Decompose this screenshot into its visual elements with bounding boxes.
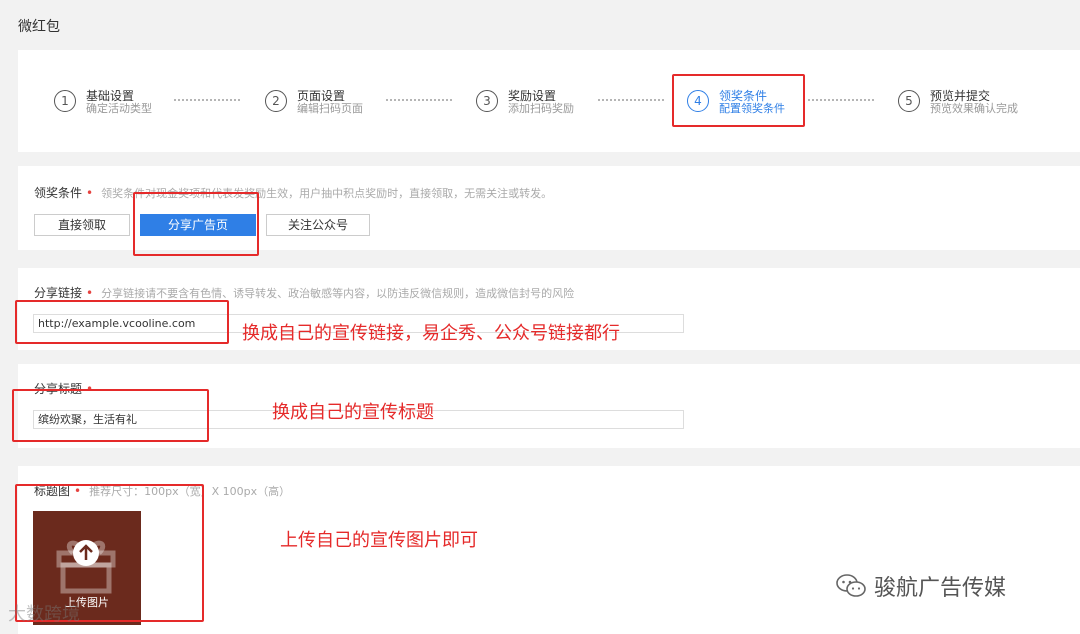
option-direct-claim-button[interactable]: 直接领取 xyxy=(34,214,130,236)
step-subtitle: 添加扫码奖励 xyxy=(508,102,574,115)
step-1[interactable]: 1 基础设置 确定活动类型 xyxy=(54,90,152,115)
step-number: 3 xyxy=(476,90,498,112)
option-follow-account-button[interactable]: 关注公众号 xyxy=(266,214,370,236)
step-3[interactable]: 3 奖励设置 添加扫码奖励 xyxy=(476,90,574,115)
step-number: 2 xyxy=(265,90,287,112)
step-number: 1 xyxy=(54,90,76,112)
step-5[interactable]: 5 预览并提交 预览效果确认完成 xyxy=(898,90,1018,115)
step-subtitle: 预览效果确认完成 xyxy=(930,102,1018,115)
step-connector xyxy=(386,99,452,101)
field-hint: 分享链接请不要含有色情、诱导转发、政治敏感等内容，以防违反微信规则，造成微信封号… xyxy=(101,287,575,300)
watermark-right-text: 骏航广告传媒 xyxy=(874,576,1007,601)
annotation-title: 换成自己的宣传标题 xyxy=(272,402,434,423)
step-connector xyxy=(174,99,240,101)
steps-panel: 1 基础设置 确定活动类型 2 页面设置 编辑扫码页面 3 奖励设置 添加扫码奖… xyxy=(18,50,1080,152)
required-mark: • xyxy=(86,186,94,200)
step-subtitle: 编辑扫码页面 xyxy=(297,102,363,115)
highlight-share-ad-option xyxy=(133,192,259,256)
watermark-left: 大数跨境 xyxy=(8,604,80,625)
highlight-step-4 xyxy=(672,74,805,127)
step-subtitle: 确定活动类型 xyxy=(86,102,152,115)
page: 微红包 1 基础设置 确定活动类型 2 页面设置 编辑扫码页面 3 奖励设置 添… xyxy=(0,0,1080,634)
required-mark: • xyxy=(86,286,94,300)
watermark-right: 骏航广告传媒 xyxy=(836,570,1006,602)
app-title: 微红包 xyxy=(18,19,60,35)
highlight-share-link xyxy=(15,300,229,344)
step-connector xyxy=(598,99,664,101)
field-label: 领奖条件 xyxy=(34,186,83,200)
annotation-image: 上传自己的宣传图片即可 xyxy=(280,530,478,551)
field-label: 分享链接 xyxy=(34,286,83,300)
wechat-icon xyxy=(836,574,866,597)
share-link-field: 分享链接 • 分享链接请不要含有色情、诱导转发、政治敏感等内容，以防违反微信规则，造… xyxy=(34,284,574,301)
condition-field: 领奖条件 • 领奖条件对现金奖项和代表发奖励生效，用户抽中积点奖励时，直接领取，无需… xyxy=(34,184,552,201)
step-2[interactable]: 2 页面设置 编辑扫码页面 xyxy=(265,90,363,115)
annotation-link: 换成自己的宣传链接，易企秀、公众号链接都行 xyxy=(242,323,620,344)
highlight-share-title xyxy=(12,389,209,442)
step-number: 5 xyxy=(898,90,920,112)
step-connector xyxy=(808,99,874,101)
